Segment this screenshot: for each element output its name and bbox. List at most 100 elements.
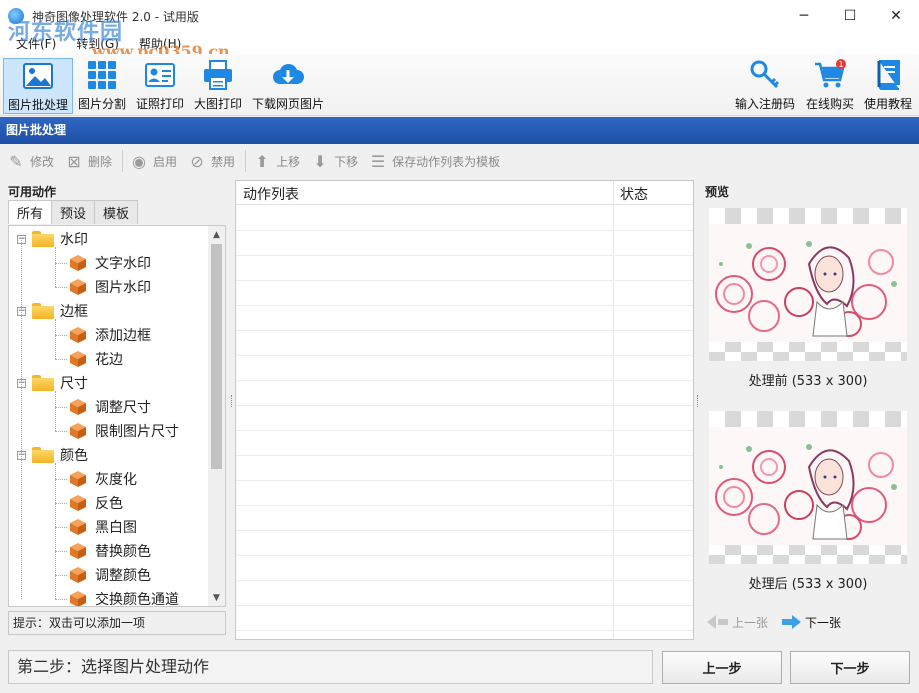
section-title: 图片批处理 xyxy=(0,117,919,144)
tree-item[interactable]: 调整尺寸 xyxy=(69,395,151,419)
tool-label: 输入注册码 xyxy=(734,97,795,111)
list-row-divider xyxy=(236,580,693,581)
list-row-divider xyxy=(236,505,693,506)
splitter-grip-right[interactable] xyxy=(697,395,699,407)
eye-icon: ◉ xyxy=(132,151,147,171)
tool-label: 下载网页图片 xyxy=(251,97,324,111)
prev-image-button[interactable]: 上一张 xyxy=(707,614,768,631)
cube-icon xyxy=(69,278,87,296)
tab-all[interactable]: 所有 xyxy=(8,200,53,224)
maximize-button[interactable]: ☐ xyxy=(827,0,873,32)
tree-group[interactable]: − 颜色 xyxy=(17,443,88,467)
splitter-grip-left[interactable] xyxy=(231,395,233,407)
tool-label: 在线购买 xyxy=(805,97,854,111)
cube-icon xyxy=(69,326,87,344)
tree-connector xyxy=(55,359,67,360)
list-icon: ☰ xyxy=(370,151,386,171)
next-step-button[interactable]: 下一步 xyxy=(790,651,910,684)
tree-item-label: 灰度化 xyxy=(95,472,137,488)
tree-connector xyxy=(55,247,56,287)
tool-download-web-images[interactable]: 下载网页图片 xyxy=(250,58,326,114)
minimize-button[interactable]: ─ xyxy=(781,0,827,32)
tree-item[interactable]: 限制图片尺寸 xyxy=(69,419,179,443)
tree-item[interactable]: 文字水印 xyxy=(69,251,151,275)
list-row-divider xyxy=(236,355,693,356)
tree-item[interactable]: 添加边框 xyxy=(69,323,151,347)
prev-step-button[interactable]: 上一步 xyxy=(662,651,782,684)
tree-group[interactable]: − 边框 xyxy=(17,299,88,323)
preview-after-caption: 处理后 (533 x 300) xyxy=(748,577,868,592)
edit-button[interactable]: ✎ 修改 xyxy=(6,151,54,171)
column-header-status[interactable]: 状态 xyxy=(620,184,648,204)
next-image-label: 下一张 xyxy=(805,615,842,630)
list-row-divider xyxy=(236,605,693,606)
list-row-divider xyxy=(236,430,693,431)
tree-group[interactable]: − 尺寸 xyxy=(17,371,88,395)
cube-icon xyxy=(69,398,87,416)
title-bar: 神奇图像处理软件 2.0 - 试用版 ─ ☐ ✕ xyxy=(0,0,919,32)
delete-button[interactable]: ⊠ 删除 xyxy=(64,151,112,171)
tool-label: 大图打印 xyxy=(193,97,242,111)
tree-item-label: 替换颜色 xyxy=(95,544,151,560)
tree-item[interactable]: 反色 xyxy=(69,491,123,515)
tree-group-label: 边框 xyxy=(60,304,88,320)
tree-item[interactable]: 替换颜色 xyxy=(69,539,151,563)
list-row-divider xyxy=(236,555,693,556)
tree-connector xyxy=(55,335,67,336)
tree-connector xyxy=(21,238,22,599)
column-header-action[interactable]: 动作列表 xyxy=(243,184,299,204)
tree-connector xyxy=(55,463,56,599)
scroll-up-icon[interactable]: ▲ xyxy=(208,226,225,243)
next-image-button[interactable]: 下一张 xyxy=(782,614,841,631)
tab-presets[interactable]: 预设 xyxy=(51,200,96,224)
actions-tabs: 所有 预设 模板 xyxy=(8,200,139,224)
tree-item[interactable]: 灰度化 xyxy=(69,467,137,491)
tree-item[interactable]: 调整颜色 xyxy=(69,563,151,587)
tool-register[interactable]: 输入注册码 xyxy=(733,58,797,114)
enable-label: 启用 xyxy=(153,154,178,169)
tree-item-label: 添加边框 xyxy=(95,328,151,344)
list-row-divider xyxy=(236,255,693,256)
move-down-label: 下移 xyxy=(334,154,359,169)
list-row-divider xyxy=(236,280,693,281)
disable-button[interactable]: ⊘ 禁用 xyxy=(187,151,235,171)
enable-button[interactable]: ◉ 启用 xyxy=(129,151,177,171)
cube-icon xyxy=(69,542,87,560)
tool-large-print[interactable]: 大图打印 xyxy=(191,58,245,114)
scroll-down-icon[interactable]: ▼ xyxy=(208,589,225,606)
tree-scrollbar[interactable]: ▲ ▼ xyxy=(208,226,225,606)
tree-item[interactable]: 花边 xyxy=(69,347,123,371)
move-up-button[interactable]: ⬆ 上移 xyxy=(252,151,300,171)
action-list-header: 动作列表 状态 xyxy=(236,181,693,205)
main-toolbar: 图片批处理 图片分割 证照打印 大图打印 下载网页图片 输入注册码 1 在线购买… xyxy=(0,54,919,116)
tool-split[interactable]: 图片分割 xyxy=(76,58,128,114)
tool-id-print[interactable]: 证照打印 xyxy=(133,58,187,114)
tree-item-label: 调整颜色 xyxy=(95,568,151,584)
tool-batch-process[interactable]: 图片批处理 xyxy=(3,58,73,114)
list-row-divider xyxy=(236,230,693,231)
cube-icon xyxy=(69,254,87,272)
tool-tutorial[interactable]: 使用教程 xyxy=(861,58,915,114)
tree-connector xyxy=(55,287,67,288)
tree-connector xyxy=(55,391,56,431)
arrow-up-icon: ⬆ xyxy=(255,151,269,171)
tree-connector xyxy=(55,407,67,408)
cube-icon xyxy=(69,350,87,368)
image-icon xyxy=(23,63,53,89)
scroll-thumb[interactable] xyxy=(211,244,222,469)
cart-badge: 1 xyxy=(838,60,843,69)
cart-icon: 1 xyxy=(815,59,846,88)
book-icon xyxy=(877,60,900,90)
tree-item[interactable]: 黑白图 xyxy=(69,515,137,539)
save-template-button[interactable]: ☰ 保存动作列表为模板 xyxy=(368,151,500,171)
tool-buy-online[interactable]: 1 在线购买 xyxy=(803,58,857,114)
folder-icon xyxy=(32,447,54,463)
tab-templates[interactable]: 模板 xyxy=(94,200,139,224)
close-button[interactable]: ✕ xyxy=(873,0,919,32)
tree-group[interactable]: − 水印 xyxy=(17,227,88,251)
tree-item[interactable]: 图片水印 xyxy=(69,275,151,299)
tree-item[interactable]: 交换颜色通道 xyxy=(69,587,179,606)
preview-before-image xyxy=(709,208,907,361)
move-down-button[interactable]: ⬇ 下移 xyxy=(310,151,358,171)
cube-icon xyxy=(69,566,87,584)
